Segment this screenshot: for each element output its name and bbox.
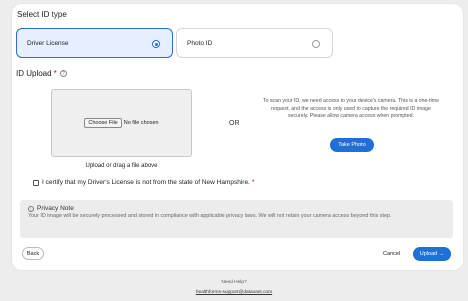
required-asterisk: * bbox=[53, 69, 57, 78]
id-option-label: Driver License bbox=[27, 39, 69, 47]
id-option-photo-id[interactable]: Photo ID bbox=[176, 28, 333, 58]
certify-label: I certify that my Driver's License is no… bbox=[42, 179, 250, 186]
id-upload-heading: ID Upload * ? bbox=[16, 69, 67, 78]
need-help-text: Need Help? bbox=[221, 280, 247, 285]
dropzone-caption: Upload or drag a file above bbox=[85, 163, 158, 169]
file-dropzone[interactable]: Choose File No file chosen bbox=[51, 89, 192, 157]
support-email-link[interactable]: healthforms-support@datavant.com bbox=[0, 290, 468, 295]
certify-checkbox[interactable] bbox=[33, 179, 39, 186]
radio-unselected-icon[interactable] bbox=[312, 40, 320, 48]
or-divider-label: OR bbox=[229, 120, 240, 127]
upload-button[interactable]: Upload → bbox=[413, 247, 451, 261]
back-button[interactable]: Back bbox=[22, 247, 44, 260]
cancel-button[interactable]: Cancel bbox=[383, 251, 400, 257]
camera-access-text: To scan your ID, we need access to your … bbox=[263, 98, 439, 119]
privacy-body: Your ID image will be securely processed… bbox=[28, 213, 392, 219]
info-icon: i bbox=[28, 205, 34, 212]
certify-checkbox-row[interactable]: I certify that my Driver's License is no… bbox=[33, 179, 254, 186]
required-asterisk: * bbox=[251, 179, 255, 186]
file-input[interactable]: Choose File No file chosen bbox=[84, 118, 159, 128]
take-photo-button[interactable]: Take Photo bbox=[330, 138, 374, 152]
no-file-text: No file chosen bbox=[123, 120, 159, 126]
id-option-driver-license[interactable]: Driver License bbox=[16, 28, 173, 58]
help-circle-icon[interactable]: ? bbox=[59, 70, 67, 77]
id-option-label: Photo ID bbox=[187, 39, 213, 47]
privacy-note: i Privacy Note Your ID image will be sec… bbox=[20, 200, 453, 238]
choose-file-button[interactable]: Choose File bbox=[84, 118, 122, 128]
id-upload-title: ID Upload bbox=[16, 69, 52, 78]
radio-selected-icon[interactable] bbox=[152, 40, 160, 48]
select-id-type-heading: Select ID type bbox=[17, 10, 67, 19]
privacy-title-row: i Privacy Note bbox=[28, 205, 445, 212]
privacy-title: Privacy Note bbox=[37, 205, 74, 212]
